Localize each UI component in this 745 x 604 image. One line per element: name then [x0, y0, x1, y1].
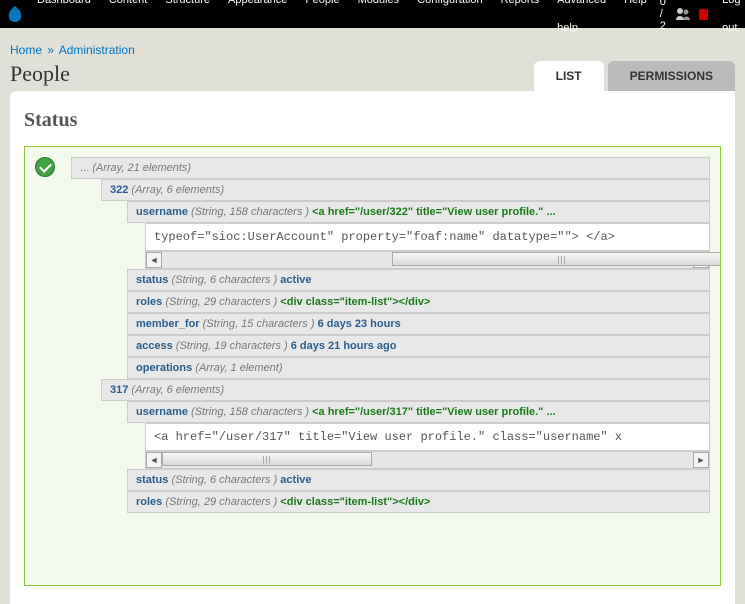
scroll-right-arrow-icon[interactable]: ►	[693, 452, 709, 468]
krumo-dump: ... (Array, 21 elements) 322 (Array, 6 e…	[71, 157, 710, 513]
page-title: People	[10, 61, 530, 91]
krumo-item-317[interactable]: 317 (Array, 6 elements)	[101, 379, 710, 401]
scroll-thumb[interactable]: |||	[392, 252, 721, 266]
page-header: People LIST PERMISSIONS	[0, 61, 745, 91]
krumo-322-access[interactable]: access (String, 19 characters ) 6 days 2…	[127, 335, 710, 357]
users-icon[interactable]	[675, 7, 691, 21]
toolbar-item-help[interactable]: Help	[615, 0, 656, 42]
toolbar-menu: Dashboard Content Structure Appearance P…	[28, 0, 656, 42]
toolbar-item-dashboard[interactable]: Dashboard	[28, 0, 100, 42]
scroll-track[interactable]: |||	[162, 452, 693, 468]
breadcrumb-home[interactable]: Home	[10, 43, 42, 57]
krumo-item-322[interactable]: 322 (Array, 6 elements)	[101, 179, 710, 201]
toolbar-item-people[interactable]: People	[296, 0, 348, 42]
tab-permissions[interactable]: PERMISSIONS	[608, 61, 735, 91]
scroll-left-arrow-icon[interactable]: ◄	[146, 452, 162, 468]
krumo-322-status[interactable]: status (String, 6 characters ) active	[127, 269, 710, 291]
drupal-logo-icon[interactable]	[6, 4, 24, 24]
success-check-icon	[35, 157, 55, 177]
admin-toolbar: Dashboard Content Structure Appearance P…	[0, 0, 745, 28]
krumo-root[interactable]: ... (Array, 21 elements)	[71, 157, 710, 179]
krumo-317-status[interactable]: status (String, 6 characters ) active	[127, 469, 710, 491]
toolbar-item-appearance[interactable]: Appearance	[219, 0, 296, 42]
scroll-left-arrow-icon[interactable]: ◄	[146, 252, 162, 268]
krumo-322-roles[interactable]: roles (String, 29 characters ) <div clas…	[127, 291, 710, 313]
content-region: Status ... (Array, 21 elements) 322 (Arr…	[10, 91, 735, 604]
online-user-count: 0 / 2	[656, 0, 676, 32]
logout-link[interactable]: Log out	[714, 0, 745, 42]
krumo-322-operations[interactable]: operations (Array, 1 element)	[127, 357, 710, 379]
toolbar-item-configuration[interactable]: Configuration	[408, 0, 491, 42]
krumo-322-username-code: typeof="sioc:UserAccount" property="foaf…	[145, 223, 710, 251]
krumo-322-username-scrollbar[interactable]: ◄ ||| ►	[145, 251, 710, 269]
krumo-317-roles[interactable]: roles (String, 29 characters ) <div clas…	[127, 491, 710, 513]
section-title: Status	[24, 109, 721, 132]
krumo-317-username-scrollbar[interactable]: ◄ ||| ►	[145, 451, 710, 469]
krumo-322-member-for[interactable]: member_for (String, 15 characters ) 6 da…	[127, 313, 710, 335]
toolbar-item-structure[interactable]: Structure	[156, 0, 219, 42]
tab-list[interactable]: LIST	[534, 61, 604, 91]
scroll-thumb[interactable]: |||	[162, 452, 372, 466]
scroll-track[interactable]: |||	[162, 252, 693, 268]
toolbar-item-reports[interactable]: Reports	[492, 0, 549, 42]
breadcrumb-separator: »	[45, 43, 56, 57]
primary-tabs: LIST PERMISSIONS	[530, 61, 735, 91]
toolbar-item-advanced-help[interactable]: Advanced help	[548, 0, 615, 42]
flag-icon[interactable]	[699, 9, 708, 20]
toolbar-right: 0 / 2 Log out	[656, 0, 745, 42]
status-message-box: ... (Array, 21 elements) 322 (Array, 6 e…	[24, 146, 721, 586]
toolbar-item-modules[interactable]: Modules	[349, 0, 409, 42]
krumo-322-username[interactable]: username (String, 158 characters ) <a hr…	[127, 201, 710, 223]
toolbar-item-content[interactable]: Content	[100, 0, 157, 42]
breadcrumb-admin[interactable]: Administration	[59, 43, 135, 57]
krumo-317-username-code: <a href="/user/317" title="View user pro…	[145, 423, 710, 451]
krumo-317-username[interactable]: username (String, 158 characters ) <a hr…	[127, 401, 710, 423]
